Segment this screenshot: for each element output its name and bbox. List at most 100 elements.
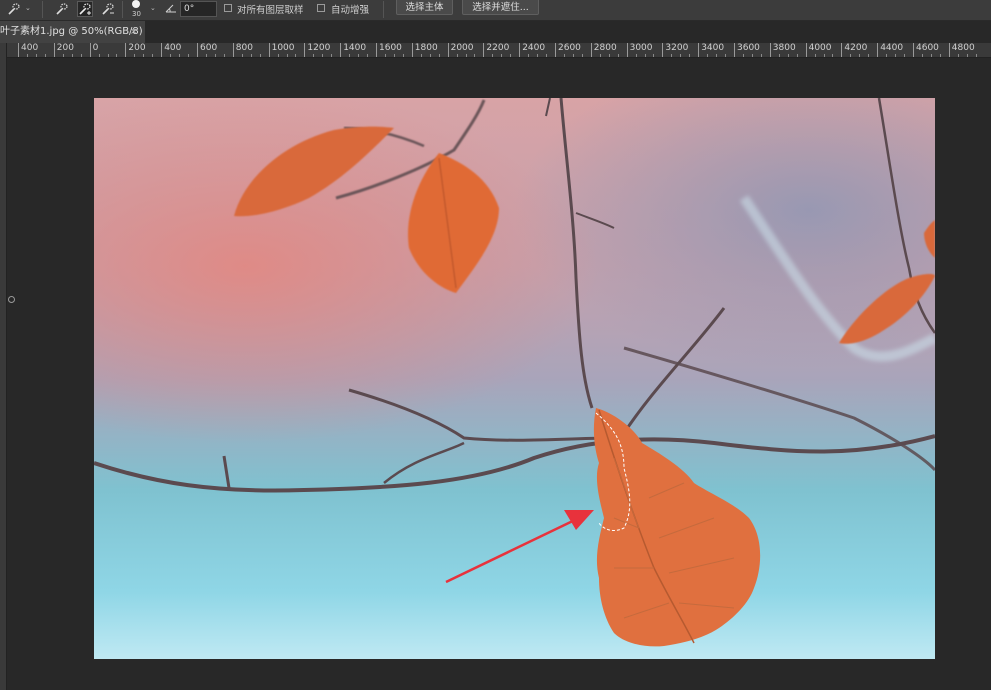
- ruler-minor-tick: [143, 54, 145, 57]
- add-to-selection-icon[interactable]: [77, 1, 93, 17]
- ruler-major-tick: [376, 43, 377, 57]
- ruler-minor-tick: [787, 54, 789, 57]
- ruler-label: 3000: [629, 43, 653, 53]
- ruler-major-tick: [340, 43, 342, 57]
- auto-enhance-checkbox[interactable]: [317, 4, 325, 12]
- ruler-minor-tick: [850, 54, 852, 57]
- ruler-major-tick: [232, 43, 234, 57]
- ruler-minor-tick: [716, 54, 718, 57]
- ruler-label: 1200: [307, 43, 331, 53]
- ruler-minor-tick: [295, 54, 297, 57]
- ruler-label: 2400: [522, 43, 546, 53]
- document-tab[interactable]: 叶子素材1.jpg @ 50%(RGB/8) ×: [0, 21, 145, 43]
- document-tab-bar: 叶子素材1.jpg @ 50%(RGB/8) ×: [0, 21, 991, 43]
- ruler-major-tick: [268, 43, 270, 57]
- ruler-minor-tick: [501, 54, 503, 57]
- select-subject-button[interactable]: 选择主体: [396, 0, 453, 15]
- ruler-minor-tick: [420, 54, 422, 57]
- ruler-minor-tick: [689, 54, 691, 57]
- ruler-minor-tick: [429, 54, 431, 57]
- tool-preset-chevron-down-icon[interactable]: ⌄: [25, 4, 31, 12]
- quick-selection-tool-icon[interactable]: [6, 1, 22, 17]
- ruler-label: 400: [164, 43, 182, 53]
- auto-enhance-label: 自动增强: [331, 5, 370, 16]
- ruler-minor-tick: [957, 54, 959, 57]
- ruler-label: 1400: [343, 43, 367, 53]
- ruler-minor-tick: [796, 54, 798, 57]
- ruler-major-tick: [411, 43, 413, 57]
- ruler-minor-tick: [26, 54, 28, 57]
- ruler-minor-tick: [581, 54, 583, 57]
- ruler-major-tick: [447, 43, 449, 57]
- ruler-label: 2800: [593, 43, 617, 53]
- ruler-minor-tick: [859, 54, 861, 57]
- ruler-major-tick: [555, 43, 556, 57]
- ruler-minor-tick: [134, 54, 136, 57]
- subtract-from-selection-icon[interactable]: [100, 1, 116, 17]
- ruler-minor-tick: [975, 54, 977, 57]
- ruler-minor-tick: [644, 54, 646, 57]
- ruler-minor-tick: [563, 54, 565, 57]
- ruler-major-tick: [662, 43, 664, 57]
- sample-all-layers-checkbox[interactable]: [224, 4, 232, 12]
- ruler-minor-tick: [742, 54, 744, 57]
- ruler-minor-tick: [286, 54, 288, 57]
- divider: [42, 1, 43, 18]
- ruler-minor-tick: [680, 54, 682, 57]
- ruler-minor-tick: [939, 54, 941, 57]
- ruler-label: 4200: [844, 43, 868, 53]
- ruler-label: 200: [128, 43, 146, 53]
- ruler-minor-tick: [152, 54, 154, 57]
- ruler-label: 0: [92, 43, 99, 53]
- ruler-label: 200: [56, 43, 74, 53]
- annotation-arrow: [445, 516, 580, 584]
- ruler-minor-tick: [71, 54, 73, 57]
- ruler-label: 2600: [558, 43, 581, 53]
- ruler-minor-tick: [868, 54, 870, 57]
- ruler-minor-tick: [832, 54, 834, 57]
- angle-input[interactable]: 0°: [180, 1, 217, 17]
- ruler-minor-tick: [358, 54, 360, 57]
- ruler-minor-tick: [465, 54, 467, 57]
- new-selection-icon[interactable]: [54, 1, 70, 17]
- ruler-minor-tick: [170, 54, 172, 57]
- ruler-origin-marker-icon: [8, 296, 15, 303]
- ruler-minor-tick: [492, 54, 494, 57]
- ruler-major-tick: [913, 43, 914, 57]
- ruler-minor-tick: [751, 54, 753, 57]
- ruler-major-tick: [626, 43, 628, 57]
- ruler-major-tick: [89, 43, 91, 57]
- ruler-minor-tick: [653, 54, 655, 57]
- select-and-mask-button[interactable]: 选择并遮住...: [462, 0, 539, 15]
- canvas-image[interactable]: [94, 98, 935, 659]
- ruler-minor-tick: [635, 54, 637, 57]
- ruler-minor-tick: [277, 54, 279, 57]
- ruler-major-tick: [805, 43, 807, 57]
- ruler-minor-tick: [823, 54, 825, 57]
- brush-size-dot-icon[interactable]: [131, 0, 141, 10]
- ruler-minor-tick: [886, 54, 888, 57]
- ruler-label: 4400: [880, 43, 904, 53]
- ruler-minor-tick: [895, 54, 897, 57]
- ruler-label: 1600: [379, 43, 402, 53]
- ruler-minor-tick: [402, 54, 404, 57]
- ruler-minor-tick: [205, 54, 207, 57]
- options-bar: ⌄ 30 ⌄ 0° 对所有图层取样 自动增强 选择主体 选择并遮住...: [0, 0, 991, 21]
- ruler-minor-tick: [617, 54, 619, 57]
- ruler-label: 4600: [916, 43, 939, 53]
- brush-options-chevron-down-icon[interactable]: ⌄: [150, 4, 156, 12]
- angle-icon: [165, 2, 177, 17]
- vertical-ruler[interactable]: [0, 43, 7, 690]
- ruler-minor-tick: [179, 54, 181, 57]
- ruler-minor-tick: [98, 54, 100, 57]
- ruler-label: 800: [235, 43, 253, 53]
- ruler-minor-tick: [188, 54, 190, 57]
- ruler-minor-tick: [930, 54, 932, 57]
- ruler-minor-tick: [608, 54, 610, 57]
- horizontal-ruler[interactable]: 400 200 0 200 400 600 800 1000 1200 1400 1600 1800 2…: [6, 43, 991, 58]
- ruler-minor-tick: [725, 54, 727, 57]
- ruler-minor-tick: [510, 54, 512, 57]
- ruler-label: 600: [200, 43, 218, 53]
- ruler-minor-tick: [259, 54, 261, 57]
- close-tab-icon[interactable]: ×: [130, 21, 138, 43]
